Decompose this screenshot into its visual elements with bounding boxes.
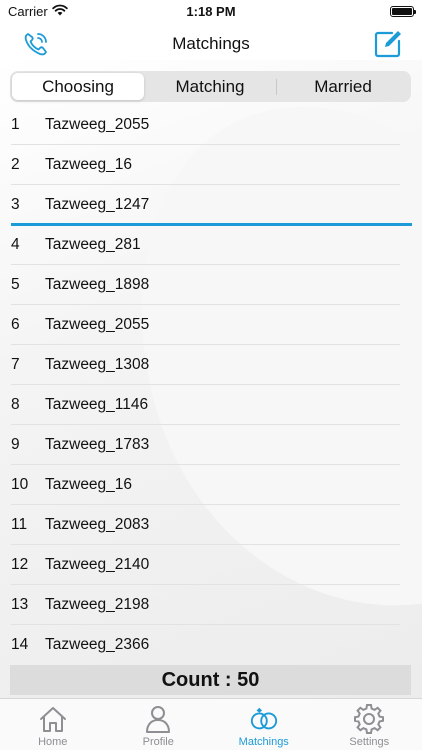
tab-matching[interactable]: Matching <box>144 73 276 100</box>
carrier-label: Carrier <box>8 3 48 19</box>
home-icon <box>38 704 68 734</box>
list-item[interactable]: 10 Tazweeg_16 <box>0 465 422 505</box>
wifi-icon <box>52 4 68 19</box>
tab-label: Married <box>314 76 372 96</box>
item-name: Tazweeg_1308 <box>45 356 150 373</box>
list-item[interactable]: 8 Tazweeg_1146 <box>0 385 422 425</box>
item-number: 3 <box>11 196 20 213</box>
item-number: 12 <box>11 556 29 573</box>
item-name: Tazweeg_1898 <box>45 276 150 293</box>
list-item[interactable]: 12 Tazweeg_2140 <box>0 545 422 585</box>
item-number: 2 <box>11 156 20 173</box>
item-name: Tazweeg_16 <box>45 156 133 173</box>
item-name: Tazweeg_1146 <box>45 396 149 413</box>
tabbar-label: Settings <box>349 736 390 748</box>
navigation-bar: Matchings <box>0 22 422 66</box>
tabbar-label: Matchings <box>238 736 289 748</box>
tab-bar: Home Profile Matchings Settings <box>0 698 422 750</box>
segmented-control: Choosing Matching Married <box>10 71 411 102</box>
tabbar-item-matchings[interactable]: Matchings <box>211 699 317 750</box>
item-name: Tazweeg_1783 <box>45 436 150 453</box>
matchings-list: 1 Tazweeg_2055 2 Tazweeg_16 3 Tazweeg_1247 … <box>0 105 422 665</box>
rings-icon <box>249 704 279 734</box>
item-number: 6 <box>11 316 20 333</box>
battery-icon <box>390 5 416 17</box>
list-item[interactable]: 7 Tazweeg_1308 <box>0 345 422 385</box>
profile-icon <box>143 704 173 734</box>
item-name: Tazweeg_2083 <box>45 516 150 533</box>
count-label: Count : 50 <box>10 665 411 695</box>
gear-icon <box>354 704 385 734</box>
item-name: Tazweeg_2140 <box>45 556 150 573</box>
item-number: 5 <box>11 276 20 293</box>
item-number: 14 <box>11 636 29 653</box>
item-name: Tazweeg_2198 <box>45 596 150 613</box>
tab-married[interactable]: Married <box>277 73 409 100</box>
tab-choosing[interactable]: Choosing <box>12 73 144 100</box>
item-name: Tazweeg_2055 <box>45 116 150 133</box>
tabbar-label: Home <box>38 736 68 748</box>
tabbar-item-home[interactable]: Home <box>0 699 106 750</box>
item-number: 4 <box>11 236 20 253</box>
item-number: 10 <box>11 476 29 493</box>
item-name: Tazweeg_2055 <box>45 316 150 333</box>
phone-icon[interactable] <box>18 26 54 62</box>
list-item[interactable]: 13 Tazweeg_2198 <box>0 585 422 625</box>
item-number: 7 <box>11 356 20 373</box>
tab-label: Matching <box>175 76 245 96</box>
item-name: Tazweeg_16 <box>45 476 133 493</box>
list-item[interactable]: 1 Tazweeg_2055 <box>0 105 422 145</box>
list-item[interactable]: 3 Tazweeg_1247 <box>0 185 422 226</box>
edit-icon[interactable] <box>370 26 406 62</box>
tabbar-item-profile[interactable]: Profile <box>106 699 212 750</box>
tabbar-label: Profile <box>142 736 174 748</box>
item-number: 8 <box>11 396 20 413</box>
item-name: Tazweeg_1247 <box>45 196 150 213</box>
list-item[interactable]: 9 Tazweeg_1783 <box>0 425 422 465</box>
list-item[interactable]: 11 Tazweeg_2083 <box>0 505 422 545</box>
list-item[interactable]: 4 Tazweeg_281 <box>0 225 422 265</box>
list-item[interactable]: 14 Tazweeg_2366 <box>0 625 422 665</box>
page-title: Matchings <box>172 34 250 53</box>
list-item[interactable]: 5 Tazweeg_1898 <box>0 265 422 305</box>
tab-label: Choosing <box>42 76 114 96</box>
item-number: 9 <box>11 436 20 453</box>
item-name: Tazweeg_2366 <box>45 636 150 653</box>
item-number: 11 <box>11 516 28 533</box>
item-number: 13 <box>11 596 29 613</box>
list-item[interactable]: 2 Tazweeg_16 <box>0 145 422 185</box>
item-name: Tazweeg_281 <box>45 236 141 253</box>
item-number: 1 <box>11 116 20 133</box>
tabbar-item-settings[interactable]: Settings <box>317 699 422 750</box>
list-item[interactable]: 6 Tazweeg_2055 <box>0 305 422 345</box>
status-bar: Carrier 1:18 PM <box>0 0 422 22</box>
